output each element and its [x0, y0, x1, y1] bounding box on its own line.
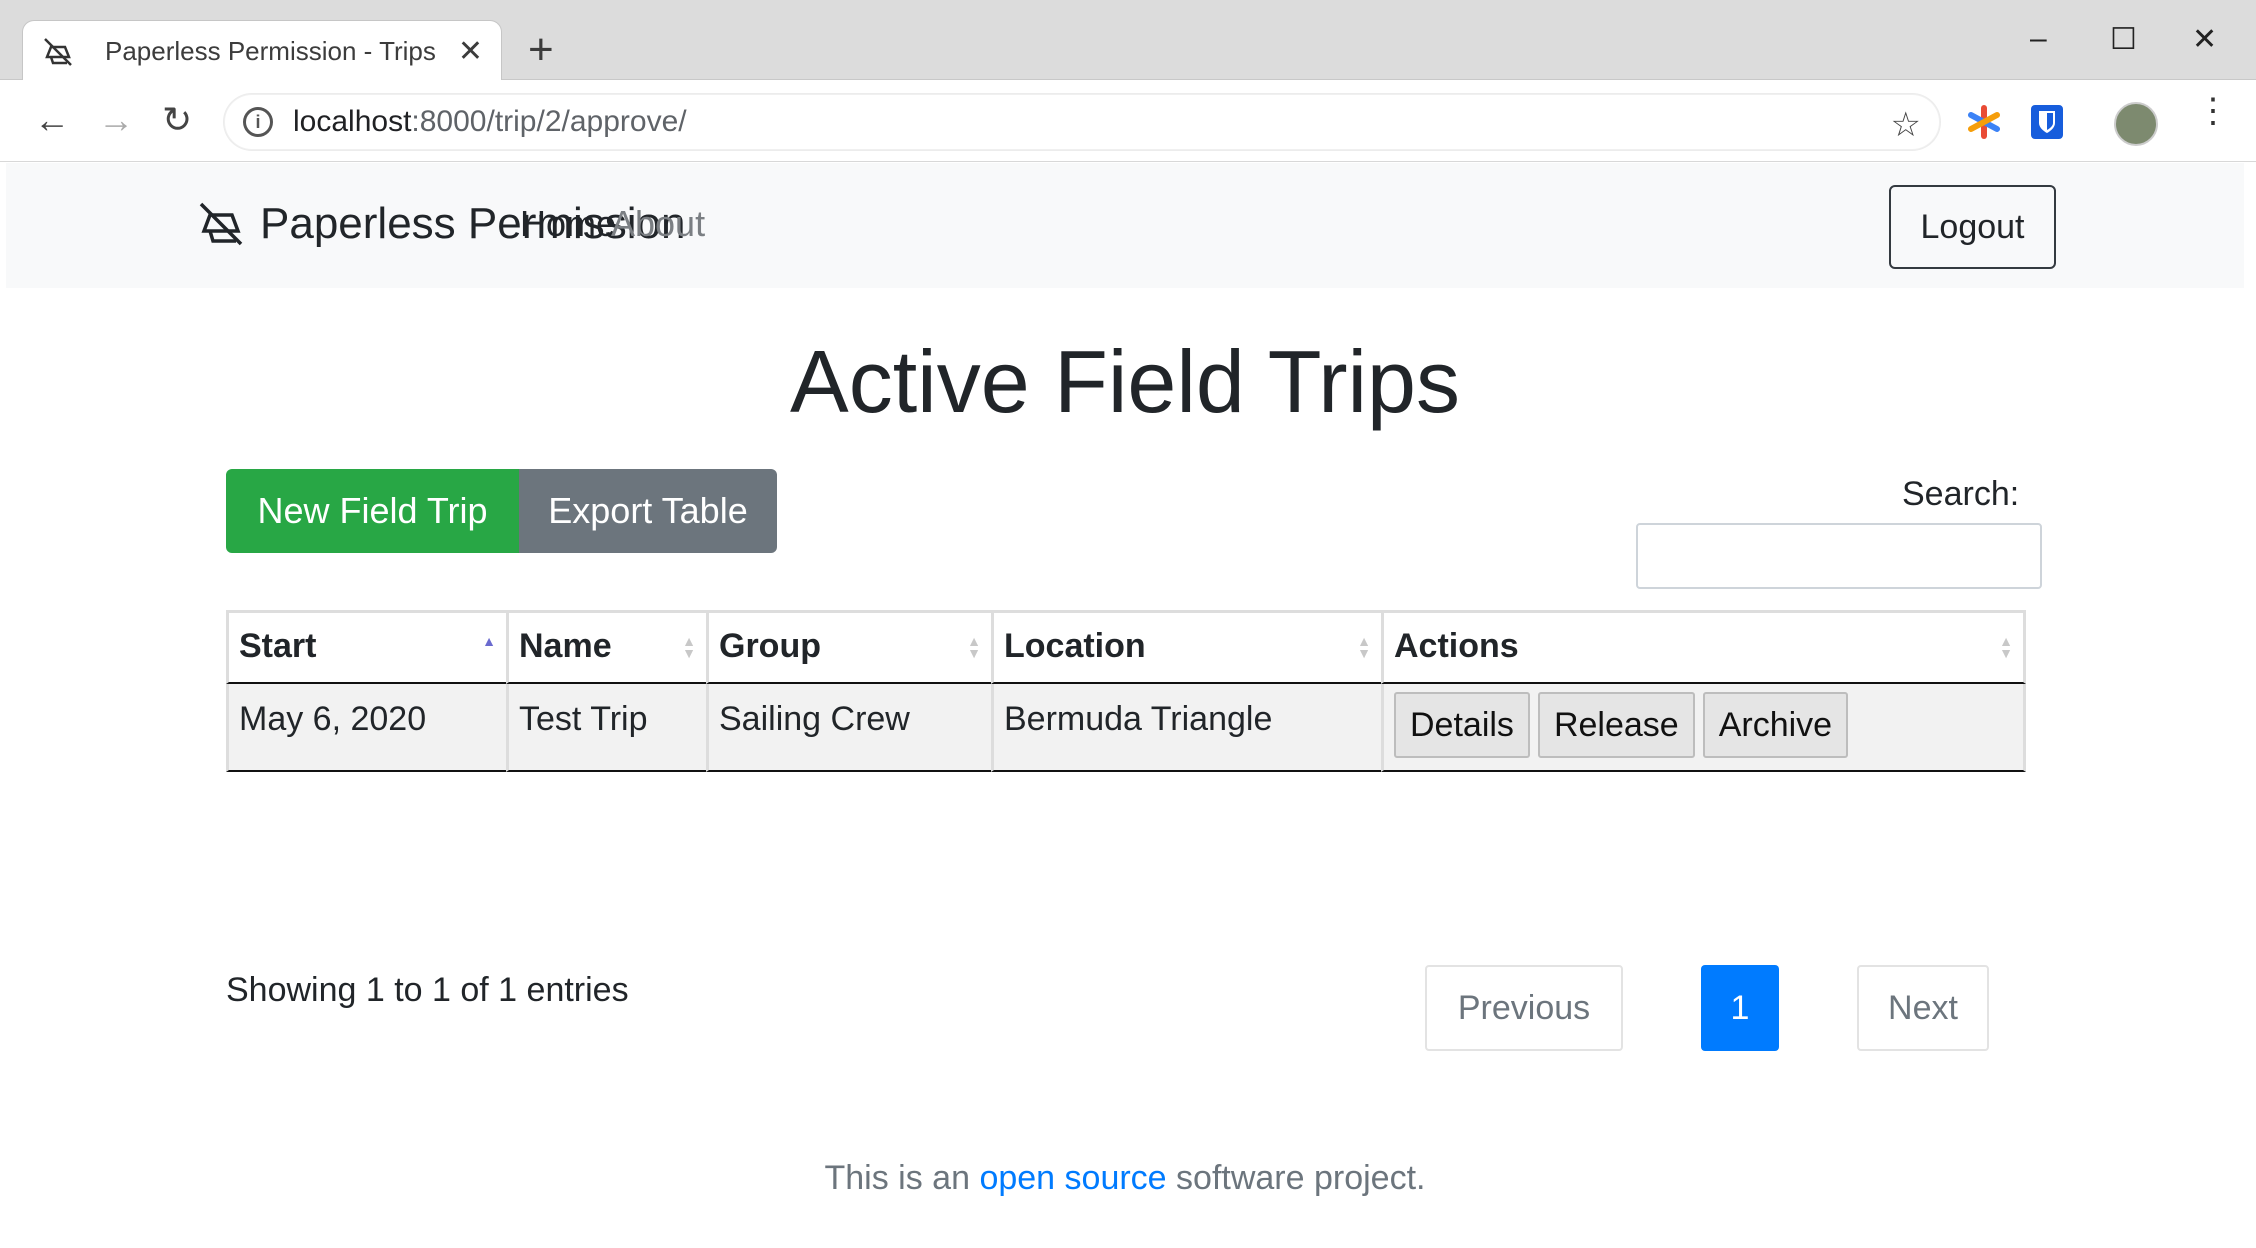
new-tab-button[interactable]: + [528, 28, 554, 72]
back-icon[interactable]: ← [34, 102, 70, 138]
url-path: :8000/trip/2/approve/ [411, 105, 687, 138]
browser-tabstrip: Paperless Permission - Trips ✕ + – ☐ ✕ [0, 0, 2256, 82]
sort-both-icon: ▲ ▼ [1357, 633, 1371, 661]
url-host: localhost [293, 105, 412, 138]
window-close-icon[interactable]: ✕ [2192, 22, 2217, 57]
column-label: Actions [1394, 627, 1519, 665]
maximize-icon[interactable]: ☐ [2110, 22, 2137, 57]
profile-avatar[interactable] [2114, 102, 2158, 146]
footer: This is an open source software project. [6, 1159, 2244, 1198]
column-label: Start [239, 627, 317, 665]
tab-favicon-icon [41, 35, 75, 69]
release-button[interactable]: Release [1537, 692, 1695, 758]
cell-start: May 6, 2020 [226, 684, 506, 772]
column-label: Location [1004, 627, 1146, 665]
cell-actions: Details Release Archive [1381, 684, 2026, 772]
forward-icon[interactable]: → [98, 102, 134, 138]
nav-link-home[interactable]: Home [520, 203, 616, 245]
table-info: Showing 1 to 1 of 1 entries [226, 971, 629, 1009]
cell-location: Bermuda Triangle [991, 684, 1381, 772]
table-row: May 6, 2020 Test Trip Sailing Crew Bermu… [226, 684, 2026, 772]
trips-table: Start ▲ Name ▲ ▼ Group ▲ ▼ Location ▲ ▼ Actions… [226, 610, 2026, 772]
column-header-group[interactable]: Group ▲ ▼ [706, 610, 991, 684]
footer-suffix: software project. [1166, 1159, 1426, 1197]
reload-icon[interactable]: ↻ [162, 102, 192, 138]
nav-link-about[interactable]: About [611, 203, 705, 245]
site-info-icon[interactable]: i [243, 107, 273, 137]
logout-button[interactable]: Logout [1889, 185, 2056, 269]
cell-name: Test Trip [506, 684, 706, 772]
sort-both-icon: ▲ ▼ [682, 633, 696, 661]
bookmark-star-icon[interactable]: ☆ [1891, 105, 1921, 145]
column-header-start[interactable]: Start ▲ [226, 610, 506, 684]
search-label: Search: [1902, 475, 2020, 513]
cell-group: Sailing Crew [706, 684, 991, 772]
new-field-trip-button[interactable]: New Field Trip [226, 469, 519, 553]
search-input[interactable] [1636, 523, 2042, 589]
pagination-next[interactable]: Next [1857, 965, 1989, 1051]
address-bar[interactable]: i localhost:8000/trip/2/approve/ ☆ [224, 94, 1940, 150]
page-title: Active Field Trips [790, 332, 1460, 431]
tab-title: Paperless Permission - Trips [105, 36, 436, 66]
sort-both-icon: ▲ ▼ [1999, 633, 2013, 661]
browser-tab[interactable]: Paperless Permission - Trips ✕ [22, 20, 502, 82]
site-navbar: Paperless Permission Home About Logout [6, 163, 2244, 288]
column-header-name[interactable]: Name ▲ ▼ [506, 610, 706, 684]
pagination-page-1[interactable]: 1 [1701, 965, 1779, 1051]
column-header-actions[interactable]: Actions ▲ ▼ [1381, 610, 2026, 684]
column-label: Name [519, 627, 612, 665]
browser-menu-icon[interactable]: ⋮ [2196, 94, 2230, 128]
brand-logo-icon [196, 199, 246, 249]
minimize-icon[interactable]: – [2030, 22, 2047, 56]
details-button[interactable]: Details [1394, 692, 1530, 758]
table-header-row: Start ▲ Name ▲ ▼ Group ▲ ▼ Location ▲ ▼ Actions… [226, 610, 2026, 684]
sort-ascending-icon: ▲ [482, 633, 496, 649]
open-source-link[interactable]: open source [979, 1159, 1166, 1197]
column-header-location[interactable]: Location ▲ ▼ [991, 610, 1381, 684]
tab-close-icon[interactable]: ✕ [458, 34, 483, 69]
extension-pinwheel-icon[interactable] [1966, 104, 2002, 145]
sort-both-icon: ▲ ▼ [967, 633, 981, 661]
archive-button[interactable]: Archive [1702, 692, 1849, 758]
column-label: Group [719, 627, 821, 665]
page-viewport: Paperless Permission Home About Logout A… [6, 163, 2244, 1242]
export-table-button[interactable]: Export Table [519, 469, 777, 553]
pagination-previous[interactable]: Previous [1425, 965, 1623, 1051]
browser-toolbar: ← → ↻ i localhost:8000/trip/2/approve/ ☆ [0, 80, 2256, 162]
bitwarden-shield-icon[interactable] [2030, 104, 2064, 145]
footer-prefix: This is an [824, 1159, 980, 1197]
